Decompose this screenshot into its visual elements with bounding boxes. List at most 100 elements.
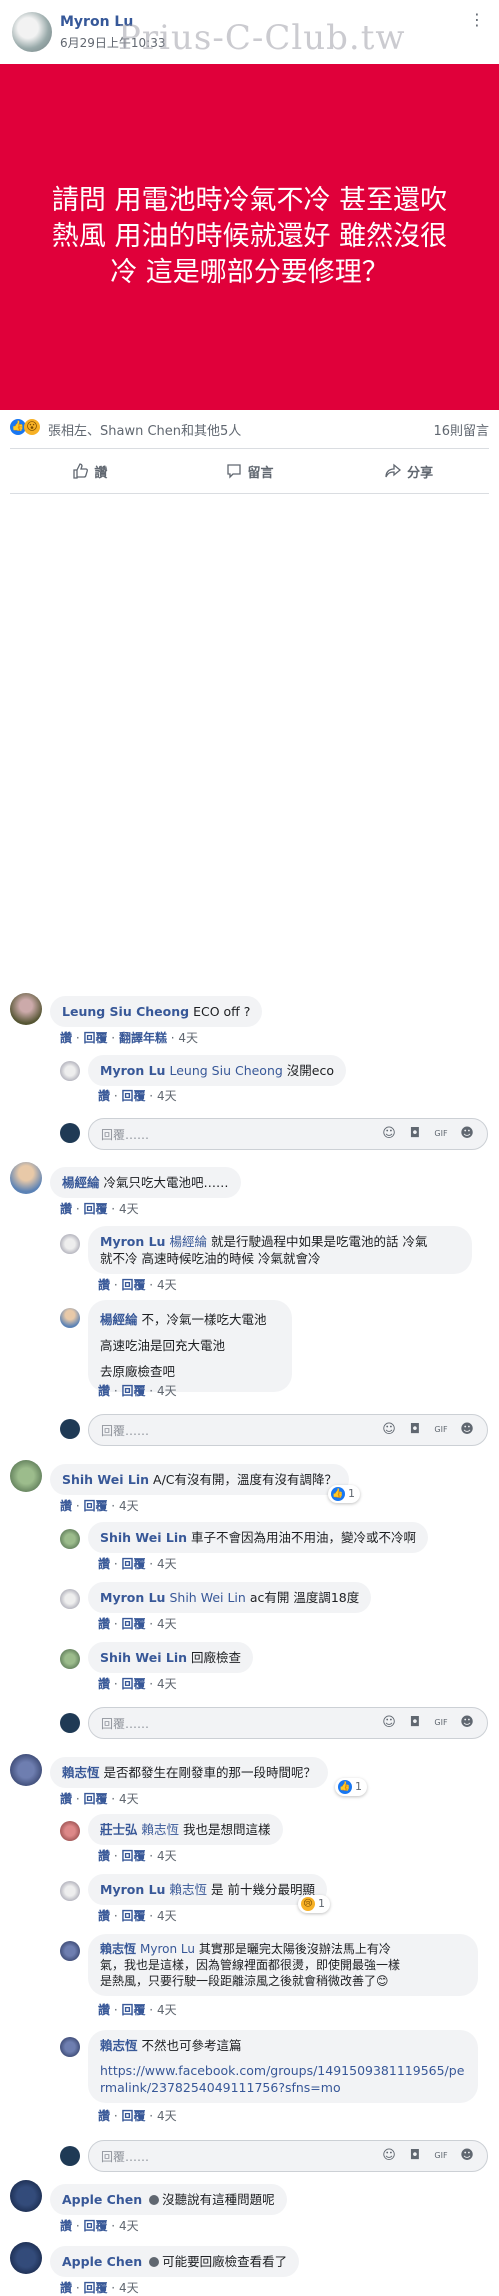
comment-time[interactable]: 4天: [119, 2219, 139, 2233]
like-button[interactable]: 讚: [10, 449, 170, 493]
camera-icon[interactable]: ◘: [407, 1126, 423, 1142]
sad-count-badge[interactable]: 😢 1: [298, 1895, 330, 1913]
like-link[interactable]: 讚: [60, 2281, 72, 2295]
gif-icon[interactable]: GIF: [433, 2148, 449, 2164]
like-link[interactable]: 讚: [98, 1617, 110, 1631]
comment-author[interactable]: Myron Lu: [100, 1590, 165, 1605]
gif-icon[interactable]: GIF: [433, 1715, 449, 1731]
reply-link[interactable]: 回覆: [121, 1909, 145, 1923]
reply-link[interactable]: 回覆: [83, 1031, 107, 1045]
sticker-icon[interactable]: ☻: [459, 1126, 475, 1142]
mention-tag[interactable]: 楊經綸: [169, 1234, 207, 1249]
mention-tag[interactable]: 賴志恆: [142, 1822, 180, 1837]
reply-link[interactable]: 回覆: [121, 1384, 145, 1398]
like-link[interactable]: 讚: [98, 1089, 110, 1103]
more-options-icon[interactable]: ⋮: [469, 10, 485, 29]
comment-time[interactable]: 4天: [157, 1384, 177, 1398]
reply-link[interactable]: 回覆: [121, 1278, 145, 1292]
camera-icon[interactable]: ◘: [407, 2148, 423, 2164]
avatar[interactable]: [10, 2180, 42, 2212]
comment-time[interactable]: 4天: [119, 2281, 139, 2295]
comment-author[interactable]: 莊士弘: [100, 1822, 138, 1837]
comment-button[interactable]: 留言: [170, 449, 330, 493]
like-count-badge[interactable]: 👍 1: [335, 1778, 367, 1796]
comment-time[interactable]: 4天: [157, 1557, 177, 1571]
comment-author[interactable]: 賴志恆: [100, 1942, 136, 1956]
like-link[interactable]: 讚: [60, 1031, 72, 1045]
avatar[interactable]: [10, 1754, 42, 1786]
comment-time[interactable]: 4天: [157, 1677, 177, 1691]
comment-time[interactable]: 4天: [119, 1202, 139, 1216]
reply-input[interactable]: 回覆…… ☺ ◘ GIF ☻: [88, 1118, 488, 1150]
comment-time[interactable]: 4天: [157, 1849, 177, 1863]
avatar[interactable]: [60, 1941, 80, 1961]
comment-time[interactable]: 4天: [157, 1617, 177, 1631]
avatar[interactable]: [60, 1881, 80, 1901]
gif-icon[interactable]: GIF: [433, 1126, 449, 1142]
avatar[interactable]: [60, 1821, 80, 1841]
comment-author[interactable]: Shih Wei Lin: [62, 1472, 149, 1487]
translate-link[interactable]: 翻譯年糕: [119, 1031, 167, 1045]
comment-time[interactable]: 4天: [157, 2109, 177, 2123]
comment-author[interactable]: Myron Lu: [100, 1063, 165, 1078]
comment-author[interactable]: 楊經綸: [62, 1175, 100, 1190]
comment-author[interactable]: Myron Lu: [100, 1882, 165, 1897]
comment-time[interactable]: 4天: [178, 1031, 198, 1045]
comment-time[interactable]: 4天: [157, 2003, 177, 2017]
reaction-icons[interactable]: 👍 😮: [10, 419, 40, 435]
reaction-names[interactable]: 張相左、Shawn Chen和其他5人: [48, 420, 241, 439]
like-link[interactable]: 讚: [98, 1384, 110, 1398]
like-link[interactable]: 讚: [98, 1909, 110, 1923]
comment-time[interactable]: 4天: [119, 1499, 139, 1513]
reply-input[interactable]: 回覆…… ☺ ◘ GIF ☻: [88, 1414, 488, 1446]
mention-tag[interactable]: Myron Lu: [140, 1942, 195, 1956]
reply-input[interactable]: 回覆…… ☺ ◘ GIF ☻: [88, 2140, 488, 2172]
comment-link[interactable]: https://www.facebook.com/groups/14915093…: [100, 2063, 464, 2078]
reply-link[interactable]: 回覆: [121, 2109, 145, 2123]
comment-author[interactable]: Apple Chen: [62, 2192, 142, 2207]
reply-link[interactable]: 回覆: [83, 1792, 107, 1806]
comment-time[interactable]: 4天: [157, 1909, 177, 1923]
like-link[interactable]: 讚: [98, 2003, 110, 2017]
mention-tag[interactable]: Shih Wei Lin: [169, 1590, 245, 1605]
reply-link[interactable]: 回覆: [83, 1499, 107, 1513]
comment-time[interactable]: 4天: [119, 1792, 139, 1806]
comment-time[interactable]: 4天: [157, 1278, 177, 1292]
comment-author[interactable]: Apple Chen: [62, 2254, 142, 2269]
comment-author[interactable]: 賴志恆: [100, 2038, 138, 2053]
comment-author[interactable]: Myron Lu: [100, 1234, 165, 1249]
mention-tag[interactable]: 賴志恆: [169, 1882, 207, 1897]
emoji-icon[interactable]: ☺: [381, 1126, 397, 1142]
avatar[interactable]: [10, 993, 42, 1025]
share-button[interactable]: 分享: [329, 449, 489, 493]
reply-link[interactable]: 回覆: [121, 1849, 145, 1863]
reply-link[interactable]: 回覆: [121, 1557, 145, 1571]
avatar[interactable]: [10, 1460, 42, 1492]
reply-link[interactable]: 回覆: [121, 1617, 145, 1631]
like-link[interactable]: 讚: [60, 1202, 72, 1216]
comment-count[interactable]: 16則留言: [433, 420, 489, 439]
like-link[interactable]: 讚: [60, 1792, 72, 1806]
like-link[interactable]: 讚: [60, 1499, 72, 1513]
avatar[interactable]: [60, 1529, 80, 1549]
avatar[interactable]: [60, 1234, 80, 1254]
comment-author[interactable]: 楊經綸: [100, 1312, 138, 1327]
avatar[interactable]: [60, 1589, 80, 1609]
comment-author[interactable]: Shih Wei Lin: [100, 1650, 187, 1665]
reply-link[interactable]: 回覆: [121, 2003, 145, 2017]
camera-icon[interactable]: ◘: [407, 1422, 423, 1438]
post-time[interactable]: 6月29日上午10:33: [60, 34, 166, 51]
avatar[interactable]: [60, 2037, 80, 2057]
comment-time[interactable]: 4天: [157, 1089, 177, 1103]
sticker-icon[interactable]: ☻: [459, 1715, 475, 1731]
like-link[interactable]: 讚: [60, 2219, 72, 2233]
emoji-icon[interactable]: ☺: [381, 2148, 397, 2164]
comment-author[interactable]: Leung Siu Cheong: [62, 1004, 189, 1019]
mention-tag[interactable]: Leung Siu Cheong: [169, 1063, 282, 1078]
like-link[interactable]: 讚: [98, 1849, 110, 1863]
reply-link[interactable]: 回覆: [83, 2281, 107, 2295]
like-link[interactable]: 讚: [98, 1677, 110, 1691]
reply-link[interactable]: 回覆: [83, 2219, 107, 2233]
like-link[interactable]: 讚: [98, 1278, 110, 1292]
avatar[interactable]: [10, 1162, 42, 1194]
